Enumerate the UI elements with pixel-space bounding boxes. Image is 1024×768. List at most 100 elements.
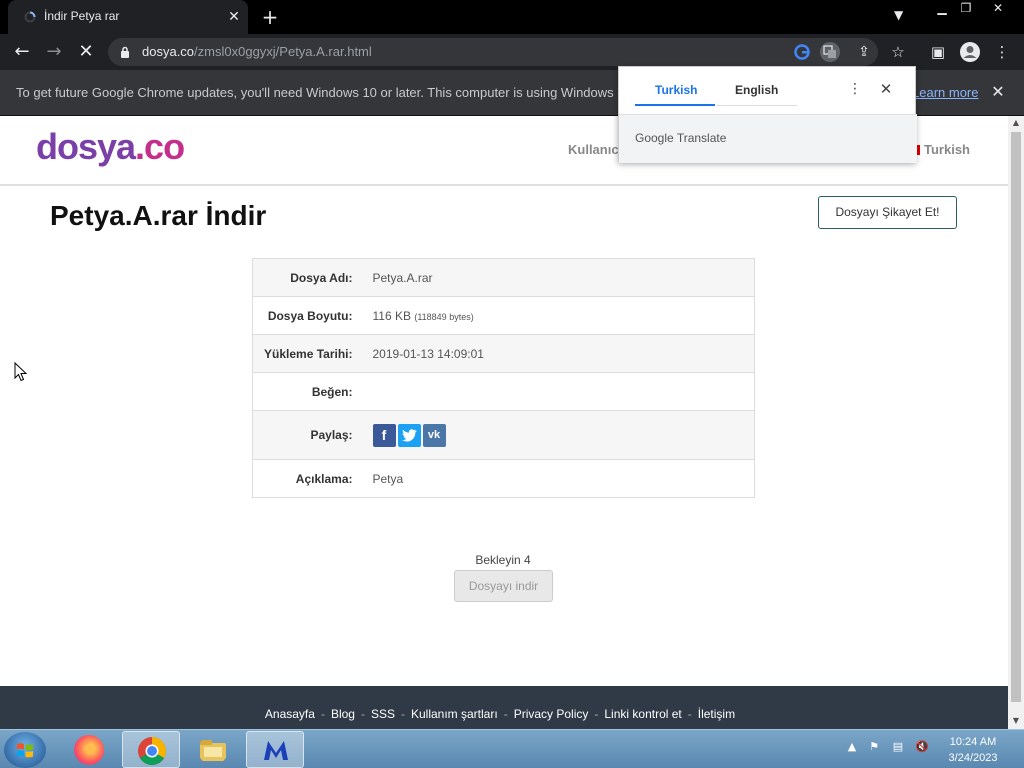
footer-link-contact[interactable]: İletişim	[698, 707, 735, 721]
chrome-icon	[138, 737, 166, 765]
table-row: Yükleme Tarihi: 2019-01-13 14:09:01	[252, 334, 755, 373]
scroll-thumb[interactable]	[1011, 132, 1021, 702]
like-value	[363, 373, 755, 411]
footer-link-blog[interactable]: Blog	[331, 707, 355, 721]
profile-avatar-icon[interactable]	[958, 40, 982, 64]
lock-icon	[121, 46, 129, 58]
window-close-icon[interactable]: ✕	[984, 0, 1012, 18]
translate-icon[interactable]	[820, 42, 840, 62]
scroll-up-arrow-icon[interactable]: ▲	[1008, 116, 1024, 130]
stop-loading-icon[interactable]: ✕	[74, 40, 98, 64]
back-arrow-icon[interactable]: ←	[10, 40, 34, 64]
footer-link-faq[interactable]: SSS	[371, 707, 395, 721]
table-row: Dosya Adı: Petya.A.rar	[252, 258, 755, 297]
windows-taskbar: ▲ ⚑ ▤ 🔇 10:24 AM 3/24/2023	[0, 729, 1024, 768]
tab-title: İndir Petya rar	[44, 9, 120, 23]
table-row: Beğen:	[252, 373, 755, 411]
network-icon[interactable]: ▤	[890, 740, 906, 756]
infobar-text: To get future Google Chrome updates, you…	[16, 85, 629, 100]
google-translate-brand: Google Translate	[635, 131, 727, 145]
tab-english[interactable]: English	[735, 83, 778, 97]
firefox-taskbar-button[interactable]	[60, 731, 118, 768]
restore-icon[interactable]: ❐	[952, 0, 980, 18]
menu-kebab-icon[interactable]: ⋮	[990, 40, 1014, 64]
explorer-taskbar-button[interactable]	[184, 731, 242, 768]
tab-close-icon[interactable]: ✕	[226, 9, 242, 25]
google-lens-icon[interactable]	[792, 42, 812, 62]
file-size-cell: 116 KB (118849 bytes)	[363, 297, 755, 335]
download-file-button[interactable]: Dosyayı indir	[454, 570, 553, 602]
footer-separator: -	[503, 707, 508, 721]
browser-tab[interactable]: İndir Petya rar ✕	[8, 0, 248, 34]
twitter-bird-icon	[401, 428, 417, 442]
nav-language-link[interactable]: Turkish	[912, 142, 970, 157]
description-value: Petya	[372, 471, 404, 486]
page-viewport: dosya.co Kullanıcı Turkish Petya.A.rar İ…	[0, 116, 1008, 729]
clock-time: 10:24 AM	[949, 736, 997, 748]
infobar-close-icon[interactable]: ✕	[988, 82, 1008, 101]
footer-separator: -	[320, 707, 325, 721]
facebook-icon[interactable]: f	[372, 423, 396, 447]
malwarebytes-taskbar-button[interactable]	[246, 731, 304, 768]
active-tab-indicator	[635, 104, 715, 106]
footer-separator: -	[594, 707, 599, 721]
file-name-label: Dosya Adı:	[290, 270, 353, 285]
translate-tabs: Turkish English ⋮ ✕	[619, 67, 917, 115]
chrome-taskbar-button[interactable]	[122, 731, 180, 768]
url-host: dosya.co	[142, 44, 195, 59]
url-path: /zmsl0x0ggyxj/Petya.A.rar.html	[194, 44, 372, 59]
forward-arrow-icon[interactable]: →	[42, 40, 66, 64]
table-row: Dosya Boyutu: 116 KB (118849 bytes)	[252, 297, 755, 335]
table-row: Paylaş: f vk	[252, 410, 755, 460]
file-size-value: 116 KB	[372, 308, 411, 323]
start-button[interactable]	[4, 732, 46, 768]
table-row: Açıklama: Petya	[252, 460, 755, 498]
share-icon[interactable]: ⇪	[854, 42, 874, 62]
footer-link-terms[interactable]: Kullanım şartları	[411, 707, 498, 721]
upload-date-value: 2019-01-13 14:09:01	[372, 346, 484, 361]
loading-spinner-icon	[24, 11, 36, 23]
action-center-flag-icon[interactable]: ⚑	[866, 740, 882, 756]
scroll-down-arrow-icon[interactable]: ▼	[1008, 714, 1024, 728]
twitter-icon[interactable]	[397, 423, 421, 447]
url-text: dosya.co/zmsl0x0ggyxj/Petya.A.rar.html	[142, 44, 372, 59]
like-label: Beğen:	[311, 384, 353, 399]
google-g-icon	[794, 44, 810, 60]
tray-expand-icon[interactable]: ▲	[844, 740, 860, 756]
page-scrollbar[interactable]: ▲ ▼	[1008, 116, 1024, 729]
windows-logo-icon	[17, 743, 33, 758]
file-info-table: Dosya Adı: Petya.A.rar Dosya Boyutu: 116…	[252, 258, 755, 498]
footer-link-check[interactable]: Linki kontrol et	[604, 707, 681, 721]
folder-icon	[200, 740, 226, 761]
bookmark-star-icon[interactable]: ☆	[886, 40, 910, 64]
vk-icon[interactable]: vk	[422, 423, 446, 447]
report-file-button[interactable]: Dosyayı Şikayet Et!	[818, 196, 957, 229]
file-size-label: Dosya Boyutu:	[267, 308, 353, 323]
side-panel-icon[interactable]: ▣	[926, 40, 950, 64]
volume-muted-icon[interactable]: 🔇	[914, 740, 930, 756]
system-clock[interactable]: 10:24 AM 3/24/2023	[940, 734, 1006, 766]
malwarebytes-icon	[264, 741, 288, 760]
footer-separator: -	[400, 707, 405, 721]
tab-turkish[interactable]: Turkish	[655, 83, 697, 97]
footer-separator: -	[687, 707, 692, 721]
tab-search-chevron-icon[interactable]: ▼	[894, 8, 903, 22]
file-name-value: Petya.A.rar	[372, 270, 433, 285]
file-size-bytes: (118849 bytes)	[414, 311, 474, 322]
translate-close-icon[interactable]: ✕	[877, 80, 895, 98]
footer-link-privacy[interactable]: Privacy Policy	[514, 707, 589, 721]
firefox-icon	[74, 735, 104, 765]
learn-more-link[interactable]: Learn more	[912, 85, 978, 100]
new-tab-button[interactable]: +	[258, 5, 282, 29]
clock-date: 3/24/2023	[948, 752, 998, 764]
translate-menu-icon[interactable]: ⋮	[847, 81, 863, 97]
site-logo[interactable]: dosya.co	[36, 126, 185, 168]
logo-main: dosya	[36, 126, 136, 167]
tab-strip: İndir Petya rar ✕ + ▼ ▁ ❐ ✕	[0, 0, 1024, 34]
footer-link-home[interactable]: Anasayfa	[265, 707, 315, 721]
translate-glyph-icon	[823, 45, 836, 58]
nav-user-link[interactable]: Kullanıcı	[568, 142, 622, 157]
site-footer: Anasayfa - Blog - SSS - Kullanım şartları - Priv…	[0, 686, 1008, 729]
footer-separator: -	[360, 707, 365, 721]
address-bar[interactable]: dosya.co/zmsl0x0ggyxj/Petya.A.rar.html ⇪	[108, 38, 878, 66]
